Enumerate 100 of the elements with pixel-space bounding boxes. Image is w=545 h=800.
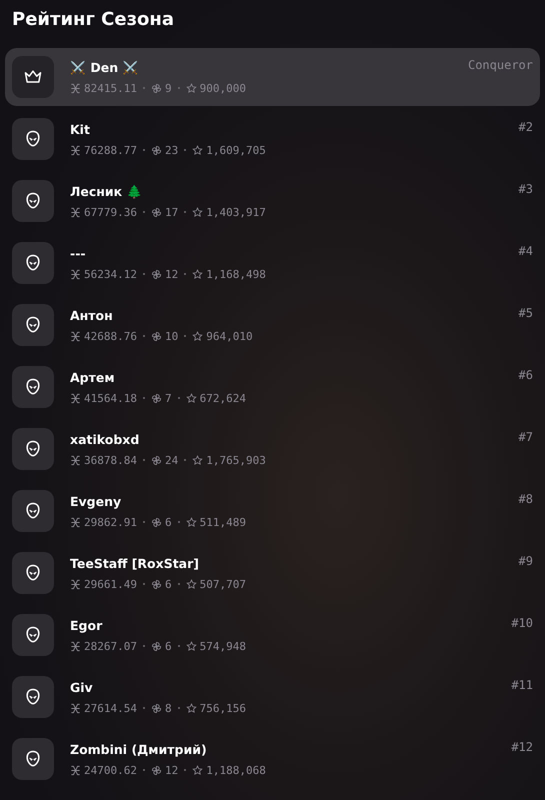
wins-value: 6 bbox=[164, 578, 172, 590]
score-icon bbox=[70, 454, 81, 466]
pinwheel-icon bbox=[150, 206, 162, 218]
wins-value: 8 bbox=[164, 702, 172, 714]
score-icon bbox=[70, 392, 81, 404]
stars-value: 1,609,705 bbox=[206, 144, 266, 156]
pinwheel-icon bbox=[150, 640, 162, 652]
pinwheel-icon bbox=[150, 702, 162, 714]
stars-value: 964,010 bbox=[206, 330, 253, 342]
player-row[interactable]: Evgeny 29862.91 6 511,489 #8 bbox=[5, 482, 540, 540]
separator-dot bbox=[142, 583, 145, 585]
score-icon bbox=[70, 578, 81, 590]
star-icon bbox=[186, 578, 197, 590]
score-value: 29862.91 bbox=[84, 516, 137, 528]
stars-value: 507,707 bbox=[200, 578, 246, 590]
player-row[interactable]: Kit 76288.77 23 1,609,705 #2 bbox=[5, 110, 540, 168]
stars-value: 1,168,498 bbox=[206, 268, 266, 280]
stars-value: 511,489 bbox=[200, 516, 246, 528]
stars-value: 1,765,903 bbox=[206, 454, 266, 466]
rank-label: #7 bbox=[518, 430, 533, 444]
pinwheel-icon bbox=[150, 392, 162, 404]
separator-dot bbox=[178, 521, 180, 523]
wins-value: 12 bbox=[164, 764, 178, 776]
star-icon bbox=[192, 764, 204, 776]
score-icon bbox=[70, 268, 81, 280]
pinwheel-icon bbox=[150, 144, 162, 156]
separator-dot bbox=[178, 645, 180, 647]
pinwheel-icon bbox=[150, 764, 162, 776]
separator-dot bbox=[142, 769, 145, 771]
stars-value: 756,156 bbox=[200, 702, 246, 714]
star-icon bbox=[186, 516, 197, 528]
score-icon bbox=[70, 702, 81, 714]
player-name: Антон bbox=[70, 308, 113, 322]
score-icon bbox=[70, 82, 81, 94]
pinwheel-icon bbox=[150, 578, 162, 590]
player-name: Egor bbox=[70, 618, 102, 632]
wins-value: 23 bbox=[164, 144, 178, 156]
player-row[interactable]: TeeStaff [RoxStar] 29661.49 6 507,707 #9 bbox=[5, 544, 540, 602]
score-value: 41564.18 bbox=[84, 392, 137, 404]
rank-label: #9 bbox=[518, 554, 533, 568]
separator-dot bbox=[184, 273, 186, 275]
score-value: 28267.07 bbox=[84, 640, 137, 652]
separator-dot bbox=[142, 707, 145, 709]
score-icon bbox=[70, 764, 81, 776]
page-title: Рейтинг Сезона bbox=[11, 8, 175, 32]
player-row[interactable]: Антон 42688.76 10 964,010 #5 bbox=[5, 296, 540, 354]
wins-value: 17 bbox=[164, 206, 178, 218]
separator-dot bbox=[142, 335, 145, 337]
star-icon bbox=[192, 206, 204, 218]
rank-label: #12 bbox=[511, 740, 533, 754]
pinwheel-icon bbox=[150, 454, 162, 466]
separator-dot bbox=[142, 645, 145, 647]
star-icon bbox=[186, 702, 197, 714]
stars-value: 900,000 bbox=[200, 82, 246, 94]
separator-dot bbox=[142, 397, 145, 399]
player-name: Kit bbox=[70, 122, 90, 136]
rank-label: #4 bbox=[518, 244, 533, 258]
rank-label: #10 bbox=[511, 616, 533, 630]
pinwheel-icon bbox=[150, 268, 162, 280]
stars-value: 672,624 bbox=[200, 392, 246, 404]
score-icon bbox=[70, 640, 81, 652]
player-name: Лесник 🌲 bbox=[70, 184, 143, 198]
star-icon bbox=[186, 640, 197, 652]
rank-label: #3 bbox=[518, 182, 533, 196]
player-row[interactable]: Zombini (Дмитрий) 24700.62 12 1,188,068 #12 bbox=[5, 730, 540, 788]
score-value: 56234.12 bbox=[84, 268, 137, 280]
player-name: Giv bbox=[70, 680, 93, 694]
stars-value: 1,403,917 bbox=[206, 206, 266, 218]
pinwheel-icon bbox=[150, 516, 162, 528]
star-icon bbox=[192, 454, 204, 466]
score-icon bbox=[70, 516, 81, 528]
player-row[interactable]: Артем 41564.18 7 672,624 #6 bbox=[5, 358, 540, 416]
separator-dot bbox=[178, 397, 180, 399]
player-name: Артем bbox=[70, 370, 115, 384]
score-icon bbox=[70, 206, 81, 218]
wins-value: 10 bbox=[164, 330, 178, 342]
separator-dot bbox=[142, 459, 145, 461]
separator-dot bbox=[142, 273, 145, 275]
rank-label: #8 bbox=[518, 492, 533, 506]
star-icon bbox=[186, 82, 197, 94]
rank-label: #2 bbox=[518, 120, 533, 134]
player-row[interactable]: Giv 27614.54 8 756,156 #11 bbox=[5, 668, 540, 726]
player-name: Evgeny bbox=[70, 494, 122, 508]
player-row[interactable]: --- 56234.12 12 1,168,498 #4 bbox=[5, 234, 540, 292]
separator-dot bbox=[184, 335, 186, 337]
player-row[interactable]: xatikobxd 36878.84 24 1,765,903 #7 bbox=[5, 420, 540, 478]
star-icon bbox=[186, 392, 197, 404]
score-value: 29661.49 bbox=[84, 578, 137, 590]
separator-dot bbox=[178, 87, 180, 89]
score-icon bbox=[70, 144, 81, 156]
player-name: ⚔ Den ⚔ bbox=[70, 60, 138, 74]
wins-value: 7 bbox=[164, 392, 172, 404]
player-row[interactable]: Egor 28267.07 6 574,948 #10 bbox=[5, 606, 540, 664]
rank-label: Conqueror bbox=[468, 58, 533, 72]
player-name: TeeStaff [RoxStar] bbox=[70, 556, 199, 570]
player-name: --- bbox=[70, 246, 86, 260]
separator-dot bbox=[184, 769, 186, 771]
wins-value: 6 bbox=[164, 516, 172, 528]
player-row[interactable]: Лесник 🌲 67779.36 17 1,403,917 #3 bbox=[5, 172, 540, 230]
pinwheel-icon bbox=[150, 330, 162, 342]
